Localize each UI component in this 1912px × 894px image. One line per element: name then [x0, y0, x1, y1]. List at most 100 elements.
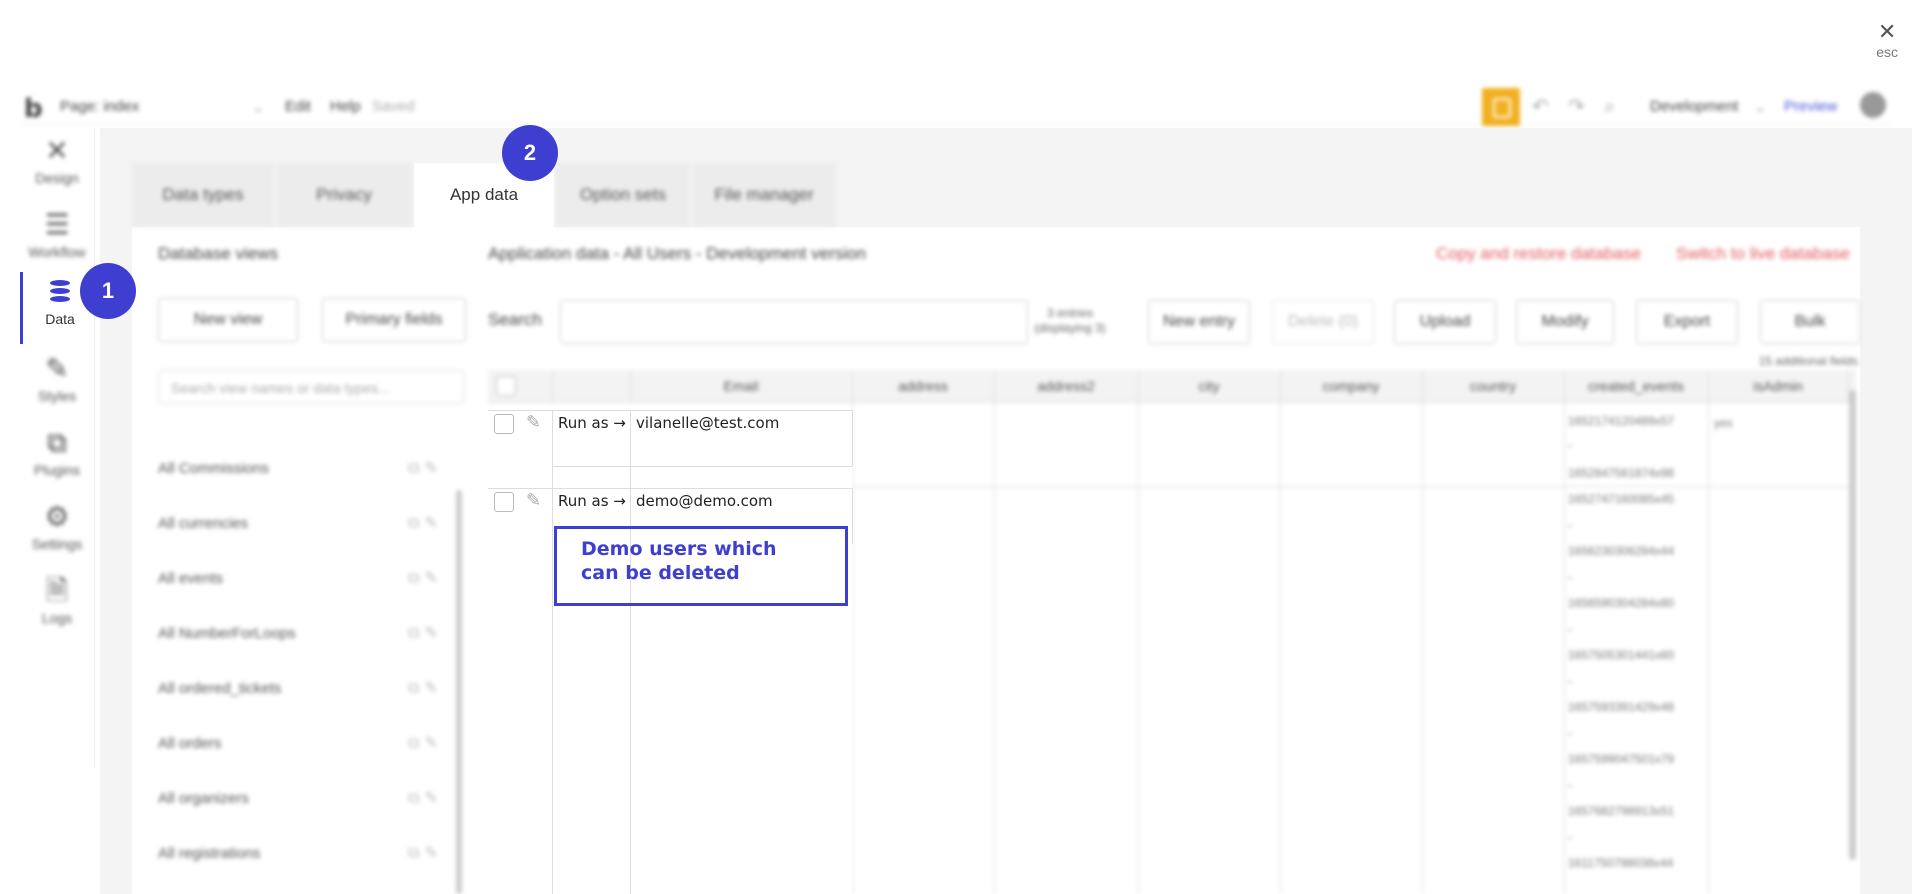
header-isadmin[interactable]: isAdmin	[1708, 370, 1849, 402]
new-view-button[interactable]: New view	[158, 298, 298, 342]
view-item[interactable]: All events	[158, 570, 223, 587]
header-company[interactable]: company	[1280, 370, 1423, 402]
created-events-value: 1652174120489x57	[1568, 414, 1675, 428]
view-item[interactable]: All organizers	[158, 790, 249, 807]
highlight-region: ✎ Run as → vilanelle@test.com ✎ Run as →…	[488, 410, 853, 894]
copy-restore-link[interactable]: Copy and restore database	[1436, 244, 1641, 264]
edit-icon[interactable]: ✎	[526, 412, 541, 433]
column-divider	[1280, 402, 1281, 894]
nav-label: Workflow	[28, 244, 86, 260]
database-icon	[50, 280, 70, 306]
export-button[interactable]: Export	[1636, 300, 1738, 344]
bulk-button[interactable]: Bulk	[1760, 300, 1860, 344]
additional-fields-label: 15 additional fields	[1758, 354, 1858, 368]
nav-settings[interactable]: ⚙ Settings	[20, 498, 94, 570]
brush-icon: ✎	[45, 352, 69, 385]
created-events-value: -	[1568, 518, 1572, 532]
header-cell	[488, 370, 553, 402]
page-selector[interactable]: Page: index	[60, 98, 139, 115]
created-events-value: 1611750798038x44	[1568, 856, 1674, 870]
view-edit-icon[interactable]: ⧉ ✎	[408, 733, 438, 753]
issues-button[interactable]	[1482, 88, 1520, 126]
column-divider	[994, 402, 995, 894]
view-edit-icon[interactable]: ⧉ ✎	[408, 788, 438, 808]
bubble-logo-icon: b	[24, 94, 43, 124]
search-label: Search	[488, 310, 542, 329]
created-events-value: -	[1568, 778, 1572, 792]
created-events-value: 1652747160085x45	[1568, 492, 1675, 506]
row-checkbox[interactable]	[494, 414, 514, 434]
search-icon[interactable]: ⌕	[1604, 94, 1615, 118]
view-item[interactable]: All NumberForLoops	[158, 625, 296, 642]
view-edit-icon[interactable]: ⧉ ✎	[408, 568, 438, 588]
view-item[interactable]: All orders	[158, 735, 221, 752]
annotation-line: can be deleted	[581, 562, 740, 584]
close-icon: ✕	[1877, 20, 1897, 45]
view-item[interactable]: All currencies	[158, 515, 248, 532]
column-divider	[852, 410, 853, 466]
run-as-link[interactable]: Run as →	[558, 492, 626, 510]
document-icon: 🗎	[45, 574, 69, 607]
preview-link[interactable]: Preview	[1784, 98, 1837, 115]
header-email[interactable]: Email	[630, 370, 853, 402]
tab-privacy[interactable]: Privacy	[276, 163, 412, 227]
tab-data-types[interactable]: Data types	[132, 163, 274, 227]
editor-topbar: b Page: index ⌄ Edit Help Saved ↶ ↷ ⌕ De…	[20, 88, 1892, 126]
search-views-input[interactable]: Search view names or data types...	[158, 370, 464, 404]
view-edit-icon[interactable]: ⧉ ✎	[408, 458, 438, 478]
redo-icon[interactable]: ↷	[1568, 94, 1585, 118]
created-events-value: -	[1568, 830, 1572, 844]
nav-workflow[interactable]: ☰ Workflow	[20, 206, 94, 278]
header-address2[interactable]: address2	[994, 370, 1139, 402]
saved-status: Saved	[372, 98, 415, 115]
view-item[interactable]: All ordered_tickets	[158, 680, 281, 697]
delete-button[interactable]: Delete (0)	[1272, 300, 1374, 344]
switch-live-link[interactable]: Switch to live database	[1676, 244, 1850, 264]
header-created-events[interactable]: created_events	[1564, 370, 1709, 402]
menu-edit[interactable]: Edit	[285, 98, 311, 115]
row-checkbox[interactable]	[494, 492, 514, 512]
table-scrollbar[interactable]	[1849, 390, 1856, 860]
primary-fields-button[interactable]: Primary fields	[322, 298, 466, 342]
nav-label: Plugins	[34, 462, 80, 478]
view-edit-icon[interactable]: ⧉ ✎	[408, 623, 438, 643]
nav-plugins[interactable]: ⧉ Plugins	[20, 424, 94, 496]
annotation-box: Demo users which can be deleted	[554, 526, 848, 606]
created-events-value: 1657599047501x79	[1568, 752, 1675, 766]
edit-icon[interactable]: ✎	[526, 490, 541, 511]
column-divider	[1708, 402, 1709, 894]
search-input[interactable]	[560, 300, 1028, 344]
created-events-value: -	[1568, 726, 1572, 740]
view-edit-icon[interactable]: ⧉ ✎	[408, 678, 438, 698]
undo-icon[interactable]: ↶	[1532, 94, 1549, 118]
view-edit-icon[interactable]: ⧉ ✎	[408, 513, 438, 533]
tab-option-sets[interactable]: Option sets	[556, 163, 690, 227]
upload-button[interactable]: Upload	[1394, 300, 1496, 344]
run-as-link[interactable]: Run as →	[558, 414, 626, 432]
database-views-title: Database views	[158, 244, 279, 263]
view-item[interactable]: All registrations	[158, 845, 261, 862]
close-button[interactable]: ✕ esc	[1876, 20, 1898, 61]
modify-button[interactable]: Modify	[1516, 300, 1614, 344]
views-scrollbar[interactable]	[456, 490, 462, 894]
environment-select[interactable]: Development	[1650, 98, 1738, 115]
nav-styles[interactable]: ✎ Styles	[20, 350, 94, 422]
row-divider	[488, 488, 852, 489]
menu-help[interactable]: Help	[330, 98, 361, 115]
header-address[interactable]: address	[852, 370, 995, 402]
created-events-value: -	[1568, 570, 1572, 584]
view-edit-icon[interactable]: ⧉ ✎	[408, 843, 438, 863]
nav-logs[interactable]: 🗎 Logs	[20, 572, 94, 644]
nav-design[interactable]: ✕ Design	[20, 132, 94, 204]
nav-label: Settings	[31, 536, 83, 552]
column-divider	[852, 488, 853, 544]
row-divider	[488, 410, 852, 411]
header-country[interactable]: country	[1422, 370, 1565, 402]
gear-icon: ⚙	[44, 500, 70, 533]
header-city[interactable]: city	[1138, 370, 1281, 402]
tab-file-manager[interactable]: File manager	[692, 163, 836, 227]
nav-label: Design	[35, 170, 79, 186]
new-entry-button[interactable]: New entry	[1148, 300, 1250, 344]
view-item[interactable]: All Commissions	[158, 460, 269, 477]
avatar[interactable]	[1860, 92, 1886, 118]
